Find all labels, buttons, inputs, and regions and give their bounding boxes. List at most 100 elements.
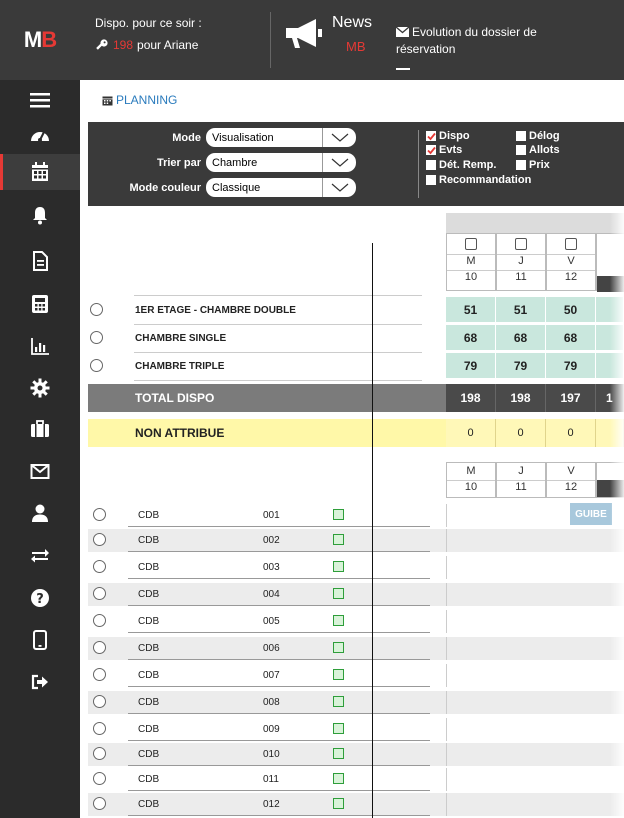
sidebar-item-logout[interactable] <box>0 664 80 700</box>
row-divider <box>134 295 422 296</box>
reservation-block[interactable]: GUIBE <box>570 503 612 525</box>
column-divider <box>372 243 373 818</box>
room-row[interactable]: CDB 008 <box>88 691 624 714</box>
evolution-link[interactable]: Evolution du dossier de réservation <box>395 24 576 58</box>
availability-cell[interactable]: 50 <box>546 297 596 323</box>
news-link[interactable]: News MB <box>332 14 372 56</box>
delog-checkbox[interactable]: Délog <box>516 130 560 142</box>
category-radio[interactable] <box>90 303 103 316</box>
day-column-header[interactable]: V 12 <box>546 233 596 291</box>
dispo-count[interactable]: 198 <box>113 38 133 52</box>
dispo-checkbox-label: Dispo <box>439 130 470 142</box>
room-number: 012 <box>263 799 280 810</box>
room-number: 011 <box>263 774 279 785</box>
app-logo[interactable]: MB <box>0 0 80 80</box>
room-radio[interactable] <box>93 533 106 546</box>
sort-label: Trier par <box>156 156 201 169</box>
sidebar-item-settings[interactable] <box>0 370 80 406</box>
availability-cell[interactable]: 51 <box>446 297 496 323</box>
room-radio[interactable] <box>93 797 106 810</box>
room-row[interactable]: CDB 004 <box>88 583 624 606</box>
prix-checkbox[interactable]: Prix <box>516 159 550 171</box>
category-radio[interactable] <box>90 359 103 372</box>
room-radio[interactable] <box>93 772 106 785</box>
day-select-checkbox[interactable] <box>465 238 477 250</box>
breadcrumb[interactable]: PLANNING <box>102 93 177 107</box>
day-date: 12 <box>547 270 595 286</box>
room-row[interactable]: CDB 006 <box>88 637 624 660</box>
room-row[interactable]: CDB 007 <box>88 664 624 687</box>
room-row[interactable]: CDB 005 <box>88 610 624 633</box>
sort-select[interactable]: Chambre <box>206 153 356 172</box>
availability-cell[interactable]: 79 <box>446 353 496 379</box>
mobile-icon <box>33 630 47 650</box>
room-row[interactable]: CDB 011 <box>88 768 624 791</box>
non-attribue-cell[interactable]: 0 <box>546 419 596 447</box>
mode-select[interactable]: Visualisation <box>206 128 356 147</box>
room-status-indicator <box>333 773 344 784</box>
room-radio[interactable] <box>93 508 106 521</box>
sidebar-item-users[interactable] <box>0 495 80 531</box>
gear-icon <box>30 378 50 398</box>
day-date: 10 <box>447 270 495 286</box>
sidebar-item-mail[interactable] <box>0 453 80 489</box>
day-select-checkbox[interactable] <box>565 238 577 250</box>
day-column-header[interactable]: J 11 <box>496 233 546 291</box>
recommandation-checkbox[interactable]: Recommandation <box>426 174 531 186</box>
header-divider <box>270 12 271 68</box>
sidebar-item-dashboard[interactable] <box>0 118 80 154</box>
room-row[interactable]: CDB 003 <box>88 556 624 579</box>
day-column-header[interactable]: J 11 <box>496 462 546 498</box>
megaphone-icon[interactable] <box>282 16 324 50</box>
room-number: 009 <box>263 724 280 735</box>
allots-checkbox[interactable]: Allots <box>516 144 560 156</box>
sidebar-item-transfer[interactable] <box>0 537 80 573</box>
room-radio[interactable] <box>93 668 106 681</box>
availability-cell[interactable]: 79 <box>546 353 596 379</box>
day-column-header[interactable]: M 10 <box>446 233 496 291</box>
room-row[interactable]: CDB 001 <box>88 504 624 527</box>
availability-cell[interactable]: 68 <box>446 325 496 351</box>
chevron-down-icon <box>331 183 348 192</box>
sidebar-item-planning[interactable] <box>0 154 80 190</box>
availability-cell[interactable]: 79 <box>496 353 546 379</box>
sidebar-item-travel[interactable] <box>0 411 80 447</box>
color-mode-select[interactable]: Classique <box>206 178 356 197</box>
mode-value: Visualisation <box>212 131 274 144</box>
sidebar-item-menu[interactable] <box>0 82 80 118</box>
room-row[interactable]: CDB 009 <box>88 718 624 741</box>
sidebar-item-help[interactable]: ? <box>0 580 80 616</box>
room-radio[interactable] <box>93 695 106 708</box>
availability-cell[interactable]: 68 <box>546 325 596 351</box>
help-icon: ? <box>31 589 49 607</box>
sidebar-item-mobile[interactable] <box>0 622 80 658</box>
dispo-checkbox[interactable]: Dispo <box>426 130 470 142</box>
day-date: 12 <box>547 480 595 497</box>
availability-cell[interactable]: 68 <box>496 325 546 351</box>
room-row[interactable]: CDB 002 <box>88 529 624 552</box>
room-row[interactable]: CDB 012 <box>88 793 624 816</box>
day-column-header[interactable]: V 12 <box>546 462 596 498</box>
room-radio[interactable] <box>93 722 106 735</box>
non-attribue-cell[interactable]: 0 <box>496 419 546 447</box>
sidebar-item-calculator[interactable] <box>0 286 80 322</box>
det-remp-checkbox[interactable]: Dét. Remp. <box>426 159 496 171</box>
availability-cell[interactable]: 51 <box>496 297 546 323</box>
sidebar-item-notifications[interactable] <box>0 197 80 233</box>
room-radio[interactable] <box>93 614 106 627</box>
day-column-header[interactable]: M 10 <box>446 462 496 498</box>
room-row[interactable]: CDB 010 <box>88 743 624 766</box>
day-letter: M <box>466 465 476 477</box>
room-radio[interactable] <box>93 587 106 600</box>
room-radio[interactable] <box>93 747 106 760</box>
sidebar-item-stats[interactable] <box>0 328 80 364</box>
day-select-checkbox[interactable] <box>515 238 527 250</box>
room-radio[interactable] <box>93 641 106 654</box>
non-attribue-cell[interactable]: 0 <box>446 419 496 447</box>
category-radio[interactable] <box>90 331 103 344</box>
day-letter: J <box>497 254 545 270</box>
evts-checkbox[interactable]: Evts <box>426 144 462 156</box>
filter-color-row: Mode couleur Classique <box>88 178 356 197</box>
room-radio[interactable] <box>93 560 106 573</box>
sidebar-item-documents[interactable] <box>0 243 80 279</box>
